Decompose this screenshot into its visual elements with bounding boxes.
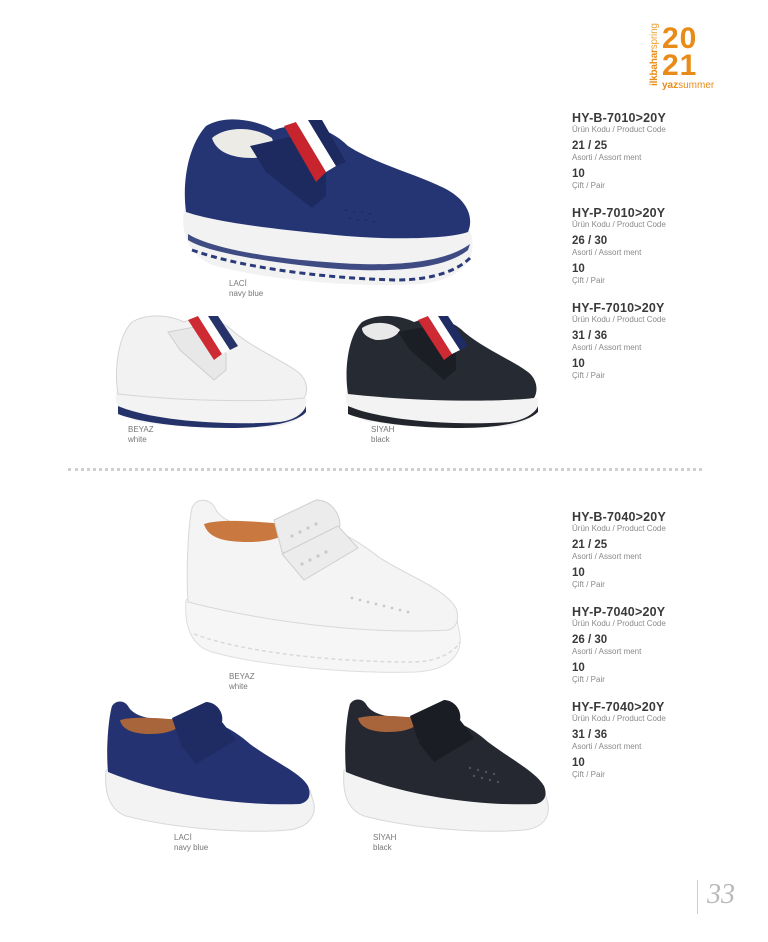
caption-white-1: BEYAZ white	[128, 425, 154, 444]
product-code-label: Ürün Kodu / Product Code	[572, 220, 666, 229]
caption-navy-2: LACİ navy blue	[174, 833, 209, 852]
product-entry-f-7040: HY-F-7040>20Y Ürün Kodu / Product Code 3…	[572, 700, 732, 779]
caption-white-2: BEYAZ white	[229, 672, 255, 691]
badge-side-text: ilkbaharspring	[649, 23, 660, 86]
shoe-navy-loafer	[105, 701, 315, 832]
product-code-label: Ürün Kodu / Product Code	[572, 619, 666, 628]
assortment-label: Asorti / Assort ment	[572, 647, 642, 656]
product-code: HY-P-7040>20Y	[572, 605, 666, 619]
assortment-label: Asorti / Assort ment	[572, 153, 642, 162]
page-number: 33	[707, 879, 735, 910]
size-range: 31 / 36	[572, 330, 608, 342]
pair-quantity: 10	[572, 263, 585, 275]
season-badge: ilkbaharspring 20 21 yazsummer	[648, 23, 724, 94]
shoe-white-loafer-large	[185, 499, 461, 673]
product-entry-b-7040: HY-B-7040>20Y Ürün Kodu / Product Code 2…	[572, 510, 732, 589]
badge-bottom-text: yazsummer	[662, 80, 715, 91]
shoe-white-sneaker	[115, 315, 307, 429]
badge-year-bottom: 21	[662, 49, 698, 82]
product-info-7040: HY-B-7040>20Y Ürün Kodu / Product Code 2…	[572, 510, 732, 785]
pair-label: Çift / Pair	[572, 770, 605, 779]
pair-quantity: 10	[572, 168, 585, 180]
pair-label: Çift / Pair	[572, 371, 605, 380]
product-entry-b-7010: HY-B-7010>20Y Ürün Kodu / Product Code 2…	[572, 111, 732, 190]
product-code: HY-B-7010>20Y	[572, 111, 666, 125]
caption-black-2: SİYAH black	[373, 833, 397, 852]
product-entry-f-7010: HY-F-7010>20Y Ürün Kodu / Product Code 3…	[572, 301, 732, 380]
pair-quantity: 10	[572, 662, 585, 674]
product-code-label: Ürün Kodu / Product Code	[572, 714, 666, 723]
shoe-black-loafer	[343, 699, 549, 832]
shoe-black-sneaker	[345, 315, 539, 429]
product-entry-p-7010: HY-P-7010>20Y Ürün Kodu / Product Code 2…	[572, 206, 732, 285]
product-info-7010: HY-B-7010>20Y Ürün Kodu / Product Code 2…	[572, 111, 732, 386]
page-number-rule	[697, 880, 698, 914]
product-code: HY-F-7040>20Y	[572, 700, 665, 714]
product-code: HY-P-7010>20Y	[572, 206, 666, 220]
product-code: HY-F-7010>20Y	[572, 301, 665, 315]
pair-quantity: 10	[572, 757, 585, 769]
product-code-label: Ürün Kodu / Product Code	[572, 125, 666, 134]
product-code: HY-B-7040>20Y	[572, 510, 666, 524]
pair-label: Çift / Pair	[572, 675, 605, 684]
assortment-label: Asorti / Assort ment	[572, 343, 642, 352]
shoe-navy-sneaker-large	[183, 119, 473, 286]
pair-label: Çift / Pair	[572, 580, 605, 589]
pair-quantity: 10	[572, 358, 585, 370]
caption-black-1: SİYAH black	[371, 425, 395, 444]
pair-label: Çift / Pair	[572, 181, 605, 190]
assortment-label: Asorti / Assort ment	[572, 248, 642, 257]
assortment-label: Asorti / Assort ment	[572, 742, 642, 751]
product-code-label: Ürün Kodu / Product Code	[572, 315, 666, 324]
size-range: 21 / 25	[572, 539, 608, 551]
size-range: 26 / 30	[572, 634, 608, 646]
assortment-label: Asorti / Assort ment	[572, 552, 642, 561]
product-code-label: Ürün Kodu / Product Code	[572, 524, 666, 533]
size-range: 26 / 30	[572, 235, 608, 247]
pair-label: Çift / Pair	[572, 276, 605, 285]
pair-quantity: 10	[572, 567, 585, 579]
caption-navy-1: LACİ navy blue	[229, 279, 264, 298]
product-entry-p-7040: HY-P-7040>20Y Ürün Kodu / Product Code 2…	[572, 605, 732, 684]
section-divider	[68, 468, 702, 471]
size-range: 31 / 36	[572, 729, 608, 741]
size-range: 21 / 25	[572, 140, 608, 152]
